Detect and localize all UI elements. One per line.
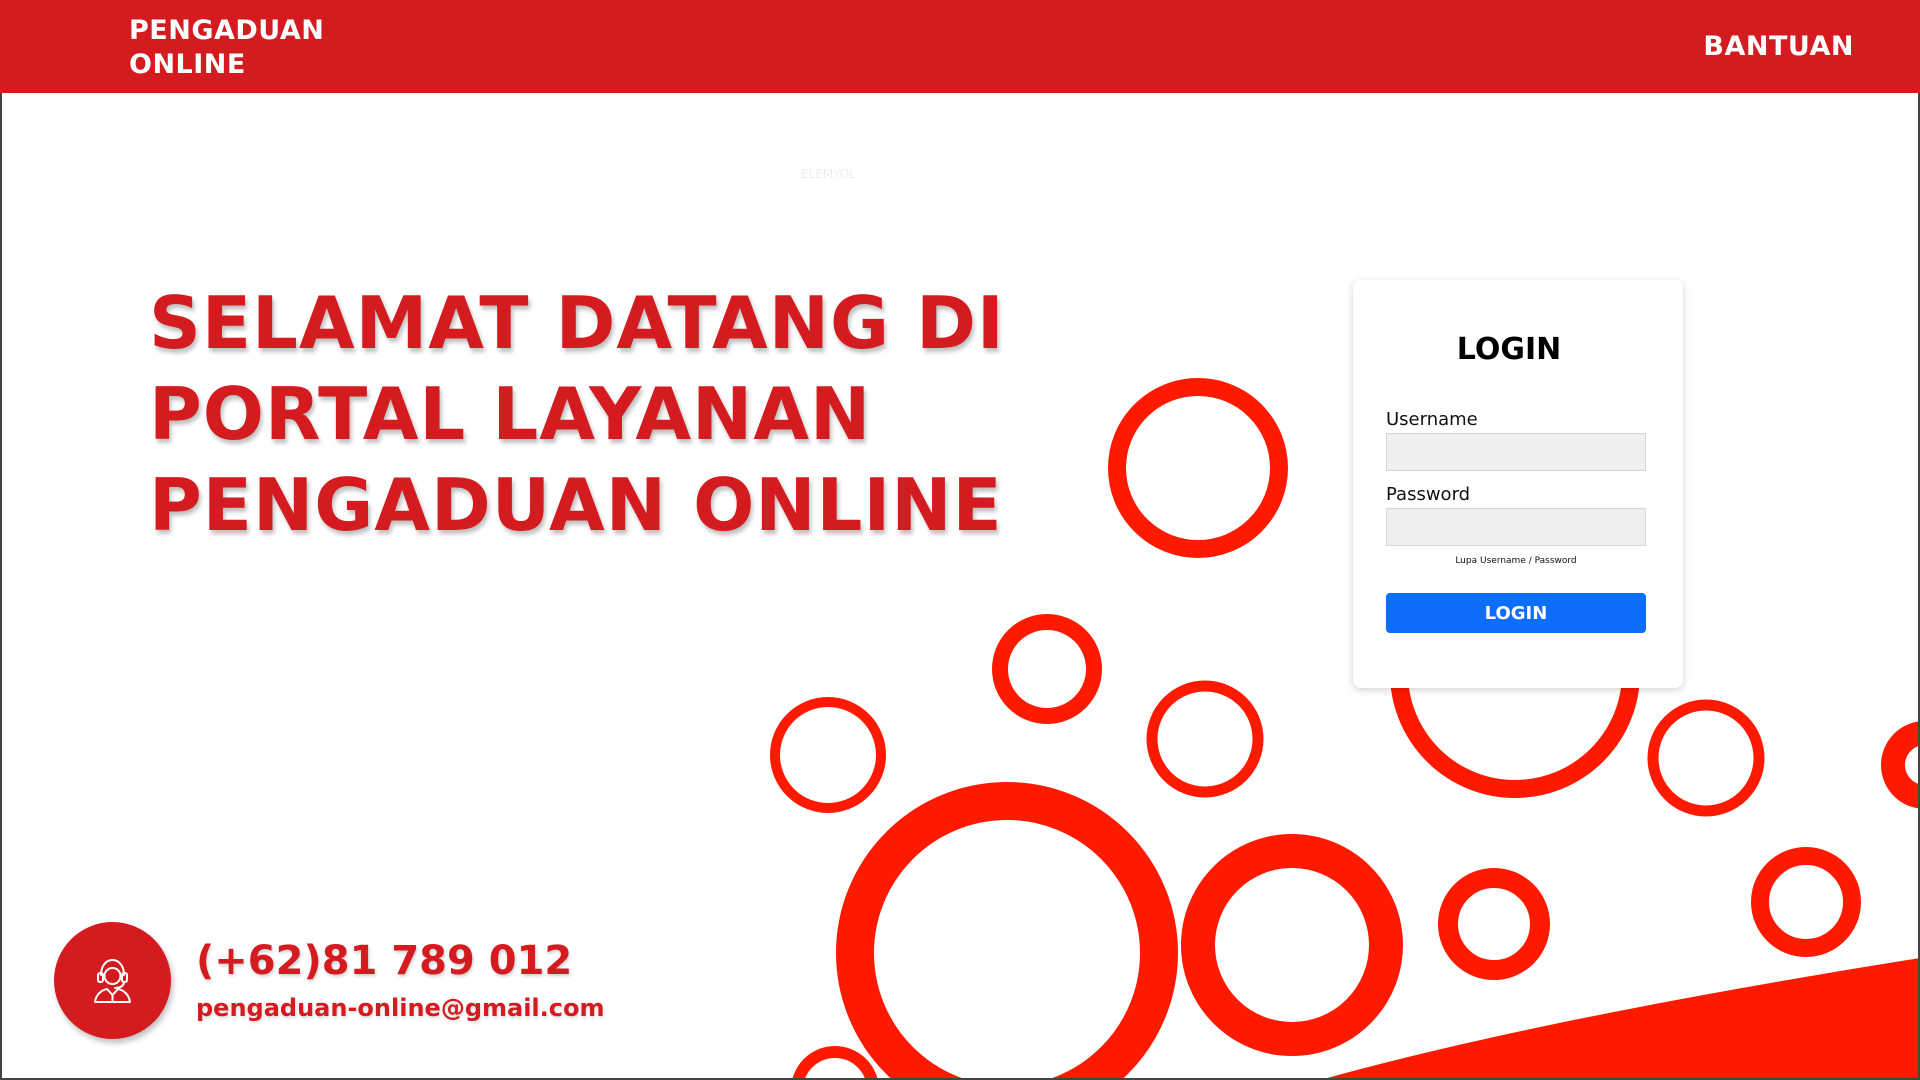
help-link[interactable]: BANTUAN [1703,31,1854,62]
decor-ring [1647,699,1765,817]
customer-service-icon [94,959,131,1003]
username-input[interactable] [1386,433,1646,471]
decor-ring [836,782,1178,1080]
password-input[interactable] [1386,508,1646,546]
red-wave [1320,958,1920,1080]
forgot-password-link[interactable]: Lupa Username / Password [1386,556,1646,566]
decor-ring [1881,721,1920,809]
username-label: Username [1386,409,1478,430]
contact-badge [54,922,171,1039]
contact-email[interactable]: pengaduan-online@gmail.com [196,994,605,1022]
decor-ring [1751,847,1861,957]
decor-ring [1181,834,1403,1056]
login-button[interactable]: LOGIN [1386,593,1646,633]
password-label: Password [1386,484,1471,505]
contact-phone: (+62)81 789 012 [196,938,573,984]
decor-ring [792,1046,878,1080]
hero-title: SELAMAT DATANG DI PORTAL LAYANAN PENGADU… [149,281,1005,547]
brand-logo-text[interactable]: PENGADUAN ONLINE [129,14,389,82]
decor-ring [1438,868,1550,980]
login-title: LOGIN [1456,332,1562,367]
decor-ring [1108,378,1288,558]
faint-text: ELEMYOL [801,167,857,181]
login-card: LOGIN Username Password Lupa Username / … [1353,280,1683,688]
decor-ring [770,697,886,813]
decor-ring [992,614,1102,724]
top-navbar: PENGADUAN ONLINE BANTUAN [0,0,1920,93]
decor-ring [1146,680,1264,798]
